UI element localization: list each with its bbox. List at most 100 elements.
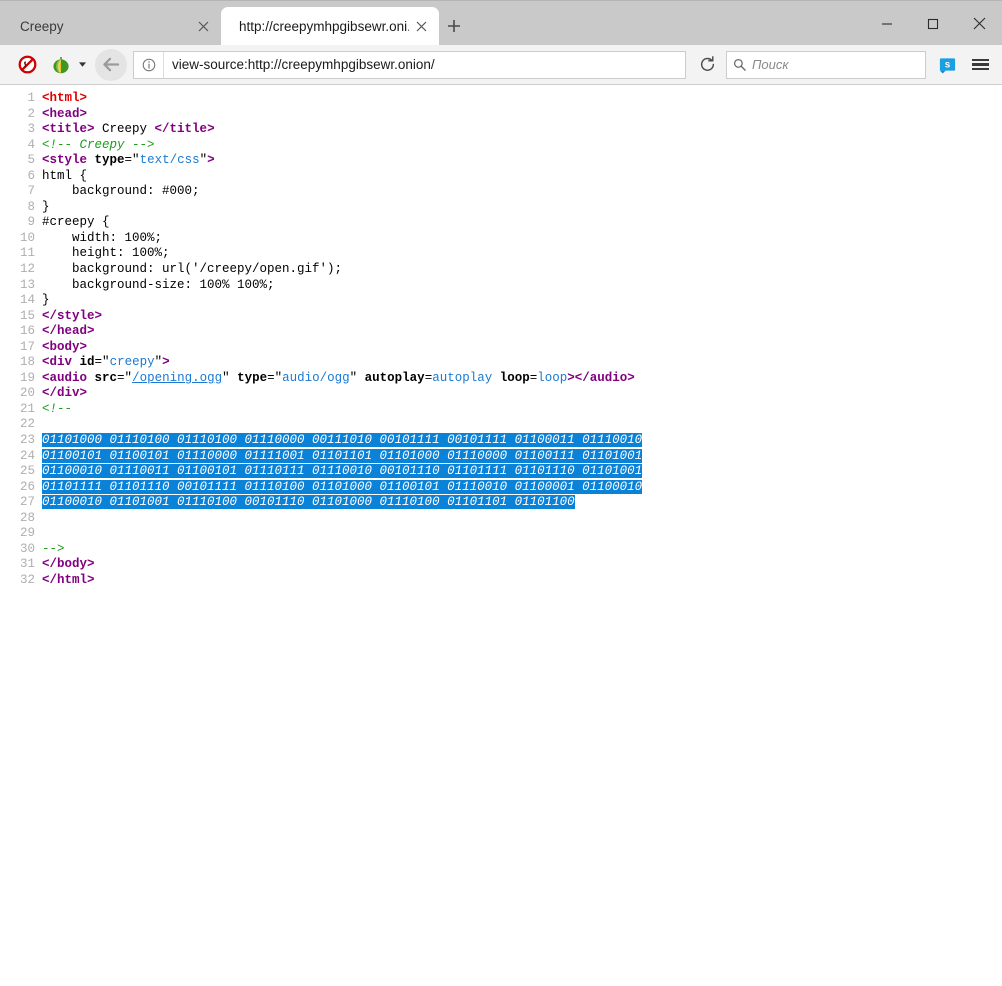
line-text[interactable]: background: url('/creepy/open.gif');	[42, 262, 1002, 278]
line-number: 31	[0, 557, 42, 573]
source-line: 10 width: 100%;	[0, 231, 1002, 247]
line-number: 17	[0, 340, 42, 356]
line-number: 6	[0, 169, 42, 185]
navigation-toolbar: view-source:http://creepymhpgibsewr.onio…	[0, 45, 1002, 85]
line-text[interactable]: <html>	[42, 91, 1002, 107]
line-text[interactable]: }	[42, 293, 1002, 309]
source-code-listing: 1<html>2<head>3<title> Creepy </title>4<…	[0, 91, 1002, 589]
line-text[interactable]: <title> Creepy </title>	[42, 122, 1002, 138]
line-text[interactable]: 01101000 01110100 01110100 01110000 0011…	[42, 433, 1002, 449]
line-number: 4	[0, 138, 42, 154]
line-number: 11	[0, 246, 42, 262]
line-text[interactable]: <body>	[42, 340, 1002, 356]
close-tab-icon[interactable]	[191, 14, 215, 38]
tor-onion-icon[interactable]	[46, 50, 76, 80]
url-bar[interactable]: view-source:http://creepymhpgibsewr.onio…	[133, 51, 686, 79]
line-text[interactable]: <audio src="/opening.ogg" type="audio/og…	[42, 371, 1002, 387]
tab-view-source[interactable]: http://creepymhpgibsewr.oni...	[221, 7, 439, 45]
line-number: 12	[0, 262, 42, 278]
line-text[interactable]: #creepy {	[42, 215, 1002, 231]
line-text[interactable]: <style type="text/css">	[42, 153, 1002, 169]
line-text[interactable]: 01100010 01101001 01110100 00101110 0110…	[42, 495, 1002, 511]
source-line: 18<div id="creepy">	[0, 355, 1002, 371]
close-icon[interactable]	[956, 1, 1002, 46]
line-text[interactable]: </style>	[42, 309, 1002, 325]
menu-bar	[972, 63, 989, 66]
line-text[interactable]: </div>	[42, 386, 1002, 402]
menu-bar	[972, 59, 989, 62]
minimize-icon[interactable]	[864, 1, 910, 46]
tab-title: http://creepymhpgibsewr.oni...	[239, 19, 409, 34]
source-line: 5<style type="text/css">	[0, 153, 1002, 169]
line-number: 8	[0, 200, 42, 216]
tab-creepy[interactable]: Creepy	[2, 7, 221, 45]
source-line: 3<title> Creepy </title>	[0, 122, 1002, 138]
line-text[interactable]: 01100010 01110011 01100101 01110111 0111…	[42, 464, 1002, 480]
maximize-icon[interactable]	[910, 1, 956, 46]
line-text[interactable]: html {	[42, 169, 1002, 185]
line-number: 22	[0, 417, 42, 433]
view-source-content[interactable]: 1<html>2<head>3<title> Creepy </title>4<…	[0, 85, 1002, 986]
source-line: 19<audio src="/opening.ogg" type="audio/…	[0, 371, 1002, 387]
line-text[interactable]: }	[42, 200, 1002, 216]
source-line: 12 background: url('/creepy/open.gif');	[0, 262, 1002, 278]
line-number: 29	[0, 526, 42, 542]
source-line: 2601101111 01101110 00101111 01110100 01…	[0, 480, 1002, 496]
source-line: 16</head>	[0, 324, 1002, 340]
line-text[interactable]: </head>	[42, 324, 1002, 340]
line-number: 7	[0, 184, 42, 200]
source-line: 15</style>	[0, 309, 1002, 325]
noscript-icon[interactable]	[12, 50, 42, 80]
info-icon[interactable]	[134, 52, 164, 78]
line-text[interactable]: </html>	[42, 573, 1002, 589]
source-line: 9#creepy {	[0, 215, 1002, 231]
line-text[interactable]: 01100101 01100101 01110000 01111001 0110…	[42, 449, 1002, 465]
line-number: 25	[0, 464, 42, 480]
chevron-down-icon[interactable]	[77, 62, 87, 67]
line-number: 16	[0, 324, 42, 340]
new-tab-button[interactable]	[439, 9, 469, 43]
line-number: 1	[0, 91, 42, 107]
line-number: 26	[0, 480, 42, 496]
line-text[interactable]: -->	[42, 542, 1002, 558]
back-arrow-icon[interactable]	[95, 49, 127, 81]
line-number: 5	[0, 153, 42, 169]
line-number: 15	[0, 309, 42, 325]
line-number: 28	[0, 511, 42, 527]
source-line: 30-->	[0, 542, 1002, 558]
line-text[interactable]: </body>	[42, 557, 1002, 573]
line-number: 32	[0, 573, 42, 589]
source-line: 28	[0, 511, 1002, 527]
hamburger-menu-icon[interactable]	[966, 50, 994, 80]
line-number: 24	[0, 449, 42, 465]
url-text[interactable]: view-source:http://creepymhpgibsewr.onio…	[164, 52, 685, 78]
tab-strip: Creepy http://creepymhpgibsewr.oni...	[0, 0, 864, 45]
line-text[interactable]: background: #000;	[42, 184, 1002, 200]
source-line: 6html {	[0, 169, 1002, 185]
search-placeholder: Поиск	[752, 57, 789, 72]
line-number: 30	[0, 542, 42, 558]
line-text[interactable]: 01101111 01101110 00101111 01110100 0110…	[42, 480, 1002, 496]
line-text[interactable]: height: 100%;	[42, 246, 1002, 262]
source-line: 32</html>	[0, 573, 1002, 589]
line-text[interactable]: <!-- Creepy -->	[42, 138, 1002, 154]
source-line: 22	[0, 417, 1002, 433]
line-text[interactable]: width: 100%;	[42, 231, 1002, 247]
search-input[interactable]: Поиск	[726, 51, 926, 79]
line-text[interactable]: <!--	[42, 402, 1002, 418]
line-text[interactable]: <head>	[42, 107, 1002, 123]
close-tab-icon[interactable]	[409, 14, 433, 38]
source-line: 7 background: #000;	[0, 184, 1002, 200]
line-text[interactable]: background-size: 100% 100%;	[42, 278, 1002, 294]
source-line: 31</body>	[0, 557, 1002, 573]
line-number: 3	[0, 122, 42, 138]
reload-icon[interactable]	[692, 50, 722, 80]
line-number: 13	[0, 278, 42, 294]
line-number: 10	[0, 231, 42, 247]
source-line: 13 background-size: 100% 100%;	[0, 278, 1002, 294]
sync-icon[interactable]: s	[934, 50, 960, 80]
line-number: 21	[0, 402, 42, 418]
line-text[interactable]: <div id="creepy">	[42, 355, 1002, 371]
line-number: 19	[0, 371, 42, 387]
source-line: 17<body>	[0, 340, 1002, 356]
